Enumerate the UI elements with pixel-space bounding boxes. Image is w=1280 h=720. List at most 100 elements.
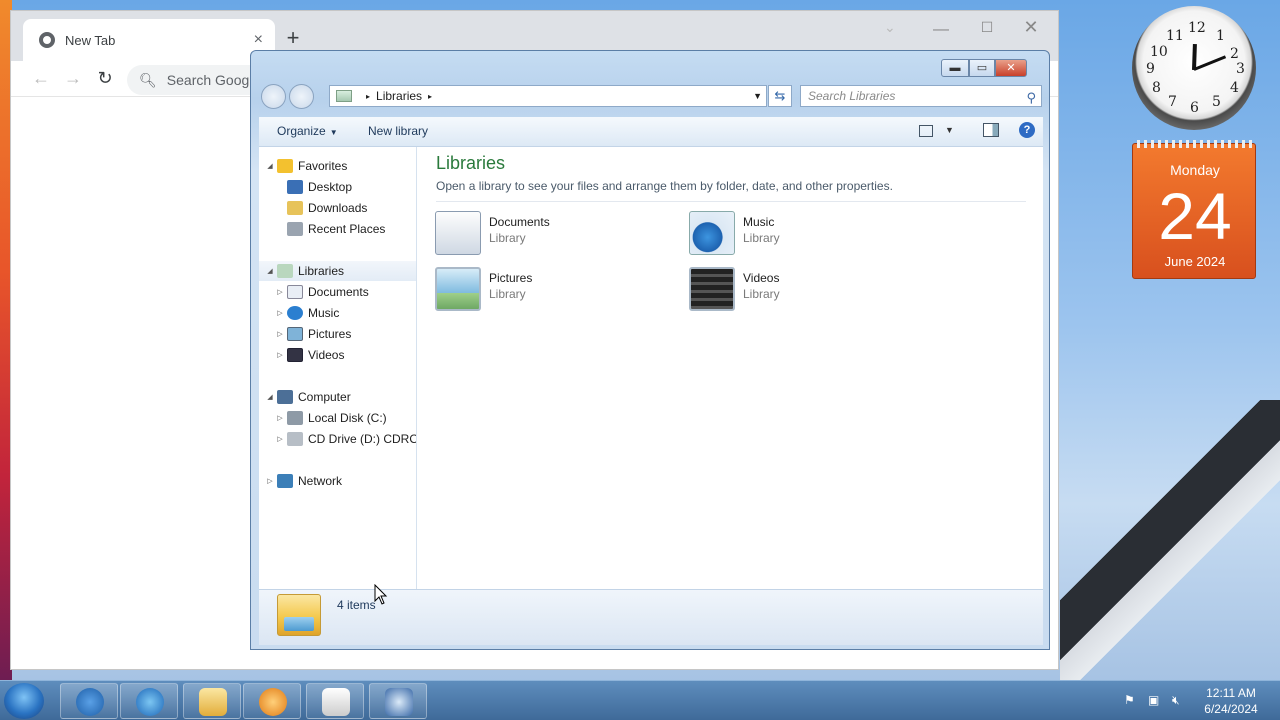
start-button[interactable] xyxy=(4,683,44,719)
nav-local-disk[interactable]: ▷ Local Disk (C:) xyxy=(275,408,387,428)
hard-disk-icon xyxy=(287,411,303,425)
app-icon xyxy=(385,688,413,716)
network-icon[interactable]: ▣ xyxy=(1148,693,1164,707)
library-documents[interactable]: Documents Library xyxy=(435,209,655,259)
clock-number: 1 xyxy=(1216,28,1225,44)
tab-title: New Tab xyxy=(65,32,116,48)
expand-icon[interactable]: ▷ xyxy=(275,414,285,422)
documents-icon xyxy=(287,285,303,299)
new-tab-button[interactable]: + xyxy=(279,25,307,53)
back-button[interactable] xyxy=(261,84,286,109)
calendar-day: Monday xyxy=(1170,162,1220,178)
clock-number: 9 xyxy=(1146,61,1155,77)
back-button[interactable]: ← xyxy=(29,67,53,91)
chrome-icon xyxy=(76,688,104,716)
library-music[interactable]: Music Library xyxy=(689,209,909,259)
collapse-icon[interactable]: ◢ xyxy=(265,267,275,275)
system-clock[interactable]: 12:11 AM 6/24/2024 xyxy=(1196,685,1266,717)
expand-icon[interactable]: ▷ xyxy=(265,477,275,485)
page-title: Libraries xyxy=(436,153,506,173)
close-button[interactable]: ✕ xyxy=(1021,17,1041,37)
minimize-button[interactable]: — xyxy=(931,21,951,41)
search-input[interactable]: Search Libraries ⚲ xyxy=(800,85,1042,107)
tab-search-dropdown-icon[interactable]: ⌄ xyxy=(884,19,896,36)
clock-number: 12 xyxy=(1188,20,1206,36)
taskbar-solitaire[interactable] xyxy=(306,683,364,719)
computer-icon xyxy=(277,390,293,404)
expand-icon[interactable]: ◢ xyxy=(265,162,275,170)
downloads-icon xyxy=(287,201,303,215)
nav-favorites[interactable]: ◢ Favorites xyxy=(265,156,347,176)
libraries-icon xyxy=(336,90,352,102)
nav-videos[interactable]: ▷ Videos xyxy=(275,345,344,365)
calendar-gadget[interactable]: Monday 24 June 2024 xyxy=(1132,140,1256,279)
network-icon xyxy=(277,474,293,488)
nav-libraries[interactable]: ◢ Libraries xyxy=(259,261,416,281)
new-library-button[interactable]: New library xyxy=(368,124,428,138)
search-icon: ⚲ xyxy=(1026,90,1036,105)
taskbar-explorer[interactable] xyxy=(183,683,241,719)
nav-desktop[interactable]: Desktop xyxy=(285,177,352,197)
maximize-button[interactable]: ☐ xyxy=(977,19,997,39)
nav-cd-drive[interactable]: ▷ CD Drive (D:) CDROM xyxy=(275,429,416,449)
help-icon[interactable]: ? xyxy=(1019,122,1035,138)
nav-pictures[interactable]: ▷ Pictures xyxy=(275,324,351,344)
nav-documents[interactable]: ▷ Documents xyxy=(275,282,369,302)
refresh-button[interactable]: ⇆ xyxy=(768,85,792,107)
library-pictures[interactable]: Pictures Library xyxy=(435,265,655,315)
organize-button[interactable]: Organize ▼ xyxy=(277,124,338,138)
minimize-button[interactable]: ▬ xyxy=(941,59,969,77)
videos-icon xyxy=(287,348,303,362)
nav-recent-places[interactable]: Recent Places xyxy=(285,219,385,239)
maximize-button[interactable]: ▭ xyxy=(969,59,995,77)
volume-muted-icon[interactable]: 🔇︎ xyxy=(1172,693,1188,707)
preview-pane-icon[interactable] xyxy=(983,123,999,137)
nav-downloads[interactable]: Downloads xyxy=(285,198,367,218)
address-bar[interactable]: ▸ Libraries ▸ ▼ xyxy=(329,85,767,107)
expand-icon[interactable]: ▷ xyxy=(275,309,285,317)
internet-explorer-icon xyxy=(136,688,164,716)
library-videos[interactable]: Videos Library xyxy=(689,265,909,315)
clock-gadget[interactable]: 12 1 2 3 4 5 6 7 8 9 10 11 xyxy=(1132,6,1256,130)
wallpaper-rollercoaster xyxy=(1060,400,1280,680)
close-button[interactable]: ✕ xyxy=(995,59,1027,77)
address-dropdown-icon[interactable]: ▼ xyxy=(753,91,762,101)
reload-button[interactable]: ↻ xyxy=(93,67,117,91)
collapse-icon[interactable]: ◢ xyxy=(265,393,275,401)
explorer-window: ▬ ▭ ✕ ▸ Libraries ▸ ▼ ⇆ Search Libraries… xyxy=(250,50,1050,650)
breadcrumb-libraries[interactable]: Libraries xyxy=(376,89,422,103)
expand-icon[interactable]: ▷ xyxy=(275,330,285,338)
calendar-date: 24 xyxy=(1158,179,1232,253)
tab-new-tab[interactable]: New Tab × xyxy=(23,19,275,61)
cd-drive-icon xyxy=(287,432,303,446)
folder-icon xyxy=(199,688,227,716)
music-icon xyxy=(689,211,735,255)
view-dropdown-icon[interactable]: ▼ xyxy=(945,125,954,135)
breadcrumb-arrow[interactable]: ▸ xyxy=(366,92,370,101)
taskbar-chrome[interactable] xyxy=(60,683,118,719)
clock-number: 10 xyxy=(1150,44,1168,60)
taskbar-app[interactable] xyxy=(369,683,427,719)
libraries-folder-icon xyxy=(277,594,321,636)
change-view-icon[interactable] xyxy=(919,125,933,137)
action-center-icon[interactable]: ⚑ xyxy=(1124,693,1140,707)
forward-button[interactable] xyxy=(289,84,314,109)
item-count: 4 items xyxy=(337,598,376,612)
taskbar: ⚑ ▣ 🔇︎ 12:11 AM 6/24/2024 xyxy=(0,680,1280,720)
expand-icon[interactable]: ▷ xyxy=(275,288,285,296)
cards-icon xyxy=(322,688,350,716)
taskbar-internet-explorer[interactable] xyxy=(120,683,178,719)
content-pane: Libraries Open a library to see your fil… xyxy=(417,147,1043,589)
breadcrumb-arrow[interactable]: ▸ xyxy=(428,92,432,101)
nav-network[interactable]: ▷ Network xyxy=(265,471,342,491)
pictures-icon xyxy=(435,267,481,311)
taskbar-media-player[interactable] xyxy=(243,683,301,719)
forward-button[interactable]: → xyxy=(61,67,85,91)
nav-music[interactable]: ▷ Music xyxy=(275,303,339,323)
nav-computer[interactable]: ◢ Computer xyxy=(265,387,351,407)
expand-icon[interactable]: ▷ xyxy=(275,351,285,359)
libraries-icon xyxy=(277,264,293,278)
clock-number: 6 xyxy=(1190,100,1199,116)
expand-icon[interactable]: ▷ xyxy=(275,435,285,443)
tab-close-icon[interactable]: × xyxy=(254,31,263,49)
